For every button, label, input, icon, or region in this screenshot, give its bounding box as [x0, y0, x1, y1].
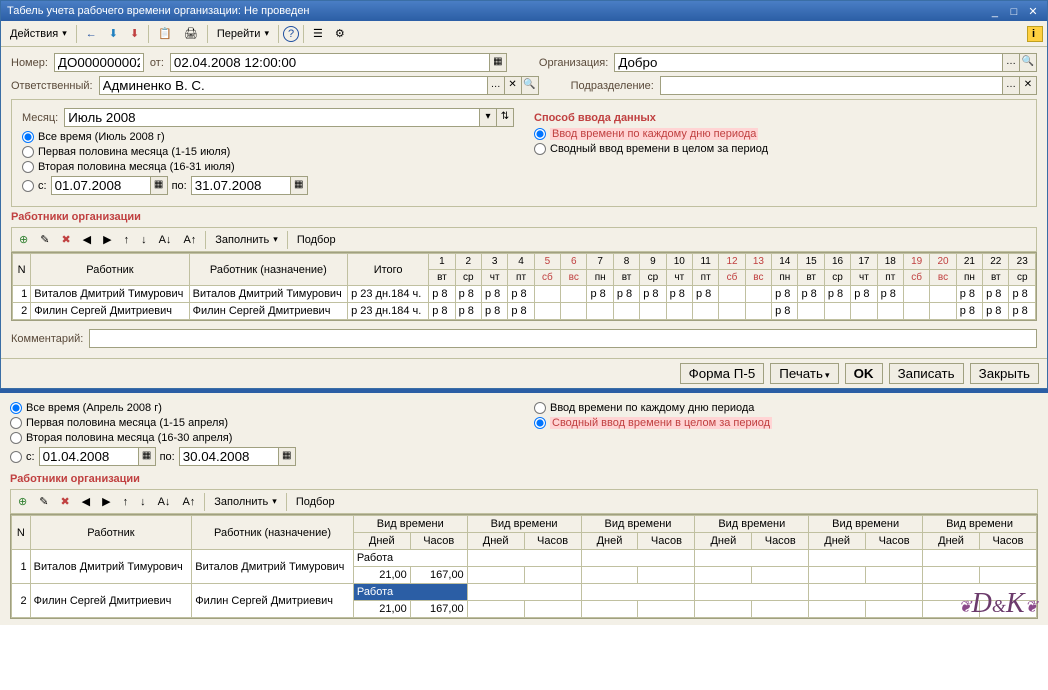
maximize-icon[interactable]: □ — [1006, 6, 1022, 18]
radio-summary[interactable] — [534, 143, 546, 155]
org-input[interactable] — [614, 53, 1003, 72]
table-row[interactable]: 1Виталов Дмитрий ТимуровичВиталов Дмитри… — [12, 550, 1037, 567]
sort-desc-icon[interactable]: A↑ — [177, 493, 200, 511]
unpost-icon[interactable]: ⬇ — [125, 24, 144, 43]
move-down-icon[interactable]: ↓ — [136, 231, 152, 249]
number-input[interactable] — [54, 53, 144, 72]
sort-asc-icon[interactable]: A↓ — [153, 493, 176, 511]
date1-input[interactable] — [51, 176, 151, 195]
form-p5-button[interactable]: Форма П-5 — [680, 363, 765, 384]
close-button[interactable]: Закрыть — [970, 363, 1039, 384]
move-up-icon[interactable]: ↑ — [118, 493, 134, 511]
add-icon[interactable]: ⊕ — [13, 492, 32, 511]
from-label: от: — [150, 57, 164, 69]
copy-icon[interactable]: 📋 — [153, 24, 177, 43]
nav-icon[interactable]: ▶ — [97, 492, 115, 511]
close-icon[interactable]: ✕ — [1025, 5, 1041, 18]
workers-grid[interactable]: NРаботникРаботник (назначение)Итого12345… — [11, 252, 1037, 321]
comment-label: Комментарий: — [11, 333, 83, 345]
radio-daily-lower[interactable] — [534, 402, 546, 414]
calendar-icon[interactable]: ▦ — [139, 447, 156, 466]
info-icon[interactable]: i — [1027, 26, 1043, 42]
select-icon[interactable]: … — [1003, 76, 1020, 95]
nav-icon[interactable]: ◀ — [78, 230, 96, 249]
radio-second-half[interactable] — [22, 161, 34, 173]
workers-title: Работники организации — [11, 211, 1037, 223]
watermark-logo: ❦D&K❦ — [958, 588, 1038, 620]
date2-input-lower[interactable] — [179, 447, 279, 466]
radio-first-half[interactable] — [22, 146, 34, 158]
edit-icon[interactable]: ✎ — [34, 492, 53, 511]
date2-input[interactable] — [191, 176, 291, 195]
radio-summary-lower[interactable] — [534, 417, 546, 429]
radio-full[interactable] — [22, 131, 34, 143]
resp-label: Ответственный: — [11, 80, 93, 92]
actions-menu[interactable]: Действия — [5, 25, 72, 43]
date-from-input[interactable] — [170, 53, 490, 72]
dept-label: Подразделение: — [571, 80, 654, 92]
back-icon[interactable]: ← — [81, 25, 102, 43]
minimize-icon[interactable]: _ — [987, 6, 1003, 18]
spin-icon[interactable]: ⇅ — [497, 108, 514, 127]
open-icon[interactable]: 🔍 — [522, 76, 539, 95]
sort-desc-icon[interactable]: A↑ — [178, 231, 201, 249]
pick-button-lower[interactable]: Подбор — [291, 493, 340, 511]
radio-custom-lower[interactable] — [10, 451, 22, 463]
toolbar: Действия ← ⬇ ⬇ 📋 🖨 Перейти ? ☰ ⚙ i — [1, 21, 1047, 47]
input-mode-title: Способ ввода данных — [534, 112, 1026, 124]
radio-first-half-lower[interactable] — [10, 417, 22, 429]
number-label: Номер: — [11, 57, 48, 69]
move-up-icon[interactable]: ↑ — [119, 231, 135, 249]
dropdown-icon[interactable]: ▾ — [480, 108, 497, 127]
ok-button[interactable]: OK — [845, 363, 883, 384]
table-row[interactable]: 2Филин Сергей ДмитриевичФилин Сергей Дми… — [13, 303, 1036, 320]
fill-menu[interactable]: Заполнить — [210, 231, 283, 249]
calendar-icon[interactable]: ▦ — [490, 53, 507, 72]
radio-second-half-lower[interactable] — [10, 432, 22, 444]
workers-title-lower: Работники организации — [10, 473, 1038, 485]
select-icon[interactable]: … — [1003, 53, 1020, 72]
radio-daily[interactable] — [534, 128, 546, 140]
table-row[interactable]: 1Виталов Дмитрий ТимуровичВиталов Дмитри… — [13, 286, 1036, 303]
clear-icon[interactable]: ✕ — [505, 76, 522, 95]
month-input[interactable] — [64, 108, 480, 127]
save-button[interactable]: Записать — [889, 363, 964, 384]
clear-icon[interactable]: ✕ — [1020, 76, 1037, 95]
select-icon[interactable]: … — [488, 76, 505, 95]
goto-menu[interactable]: Перейти — [212, 25, 274, 43]
open-icon[interactable]: 🔍 — [1020, 53, 1037, 72]
settings-icon[interactable]: ⚙ — [330, 24, 350, 43]
post-icon[interactable]: ⬇ — [104, 24, 123, 43]
help-icon[interactable]: ? — [283, 26, 299, 42]
list-icon[interactable]: ☰ — [308, 24, 328, 43]
titlebar: Табель учета рабочего времени организаци… — [1, 1, 1047, 21]
radio-full-lower[interactable] — [10, 402, 22, 414]
edit-icon[interactable]: ✎ — [35, 230, 54, 249]
workers-grid-lower[interactable]: NРаботникРаботник (назначение)Вид времен… — [10, 514, 1038, 619]
print-icon[interactable]: 🖨 — [179, 24, 203, 43]
org-label: Организация: — [539, 57, 608, 69]
delete-icon[interactable]: ✖ — [55, 492, 74, 511]
window-title: Табель учета рабочего времени организаци… — [7, 5, 310, 17]
delete-icon[interactable]: ✖ — [56, 230, 75, 249]
resp-input[interactable] — [99, 76, 488, 95]
table-row[interactable]: 2Филин Сергей ДмитриевичФилин Сергей Дми… — [12, 584, 1037, 601]
add-icon[interactable]: ⊕ — [14, 230, 33, 249]
pick-button[interactable]: Подбор — [292, 231, 341, 249]
calendar-icon[interactable]: ▦ — [279, 447, 296, 466]
sort-asc-icon[interactable]: A↓ — [154, 231, 177, 249]
month-label: Месяц: — [22, 112, 58, 124]
comment-input[interactable] — [89, 329, 1037, 348]
dept-input[interactable] — [660, 76, 1003, 95]
radio-custom[interactable] — [22, 180, 34, 192]
fill-menu-lower[interactable]: Заполнить — [209, 493, 282, 511]
nav-icon[interactable]: ◀ — [77, 492, 95, 511]
calendar-icon[interactable]: ▦ — [291, 176, 308, 195]
move-down-icon[interactable]: ↓ — [135, 493, 151, 511]
bottom-bar: Форма П-5 Печать OK Записать Закрыть — [1, 358, 1047, 388]
calendar-icon[interactable]: ▦ — [151, 176, 168, 195]
nav-icon[interactable]: ▶ — [98, 230, 116, 249]
print-button[interactable]: Печать — [770, 363, 838, 384]
date1-input-lower[interactable] — [39, 447, 139, 466]
